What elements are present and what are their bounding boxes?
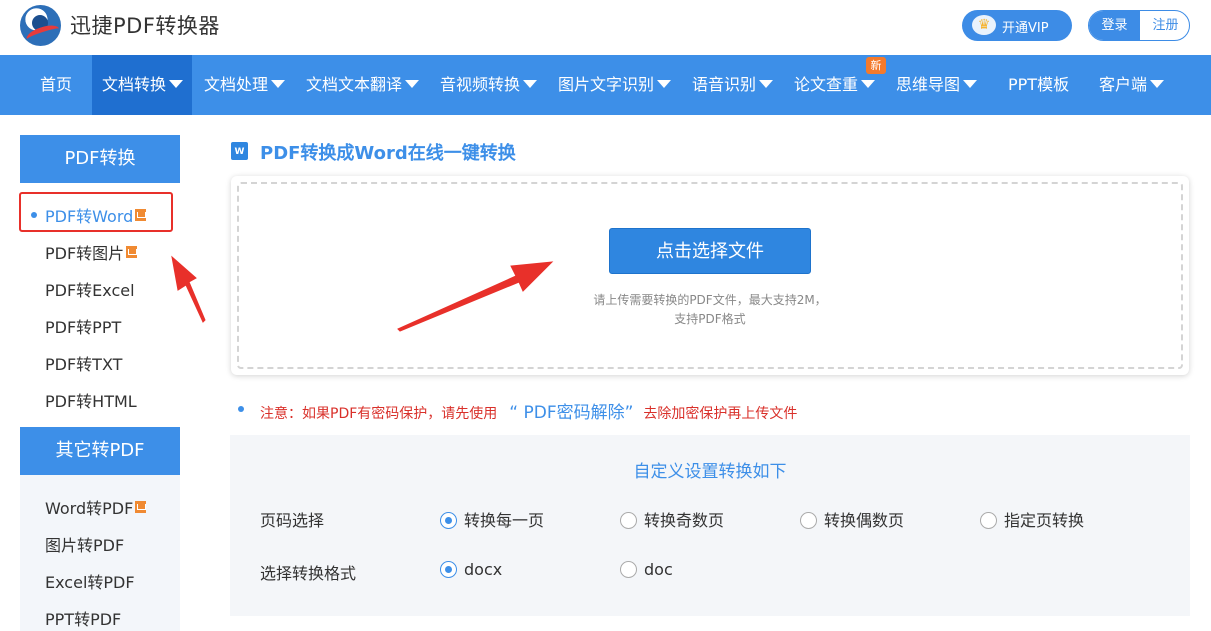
annotation-arrows <box>171 255 554 332</box>
arrow-to-pdf-to-word <box>171 255 206 323</box>
arrow-to-choose-button <box>397 261 554 332</box>
